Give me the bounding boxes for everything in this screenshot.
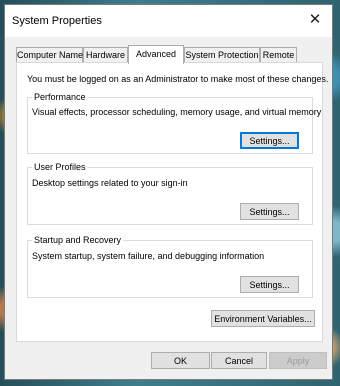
environment-variables-button[interactable]: Environment Variables... (211, 310, 315, 327)
close-icon[interactable]: ✕ (298, 5, 332, 33)
admin-note: You must be logged on as an Administrato… (27, 74, 329, 84)
cancel-button[interactable]: Cancel (211, 352, 267, 369)
advanced-tab-panel: You must be logged on as an Administrato… (16, 62, 328, 342)
user-profiles-settings-button[interactable]: Settings... (240, 203, 299, 220)
startup-recovery-settings-button[interactable]: Settings... (240, 276, 299, 293)
system-properties-dialog: System Properties ✕ Computer Name Hardwa… (4, 4, 333, 380)
performance-title: Performance (32, 92, 88, 102)
user-profiles-group: User Profiles Desktop settings related t… (27, 162, 313, 225)
tab-hardware[interactable]: Hardware (83, 47, 128, 62)
startup-recovery-description: System startup, system failure, and debu… (32, 251, 265, 261)
performance-settings-button[interactable]: Settings... (240, 132, 299, 149)
performance-description: Visual effects, processor scheduling, me… (32, 107, 322, 117)
performance-group: Performance Visual effects, processor sc… (27, 92, 321, 154)
title-bar: System Properties ✕ (5, 5, 332, 37)
user-profiles-description: Desktop settings related to your sign-in (32, 178, 188, 188)
tab-system-protection[interactable]: System Protection (184, 47, 260, 62)
tab-computer-name[interactable]: Computer Name (16, 47, 83, 62)
startup-recovery-group: Startup and Recovery System startup, sys… (27, 235, 313, 298)
tab-remote[interactable]: Remote (260, 47, 297, 62)
ok-button[interactable]: OK (151, 352, 210, 369)
tab-advanced[interactable]: Advanced (128, 45, 184, 64)
window-title: System Properties (12, 15, 102, 27)
apply-button[interactable]: Apply (269, 352, 327, 369)
user-profiles-title: User Profiles (32, 162, 88, 172)
startup-recovery-title: Startup and Recovery (32, 235, 124, 245)
